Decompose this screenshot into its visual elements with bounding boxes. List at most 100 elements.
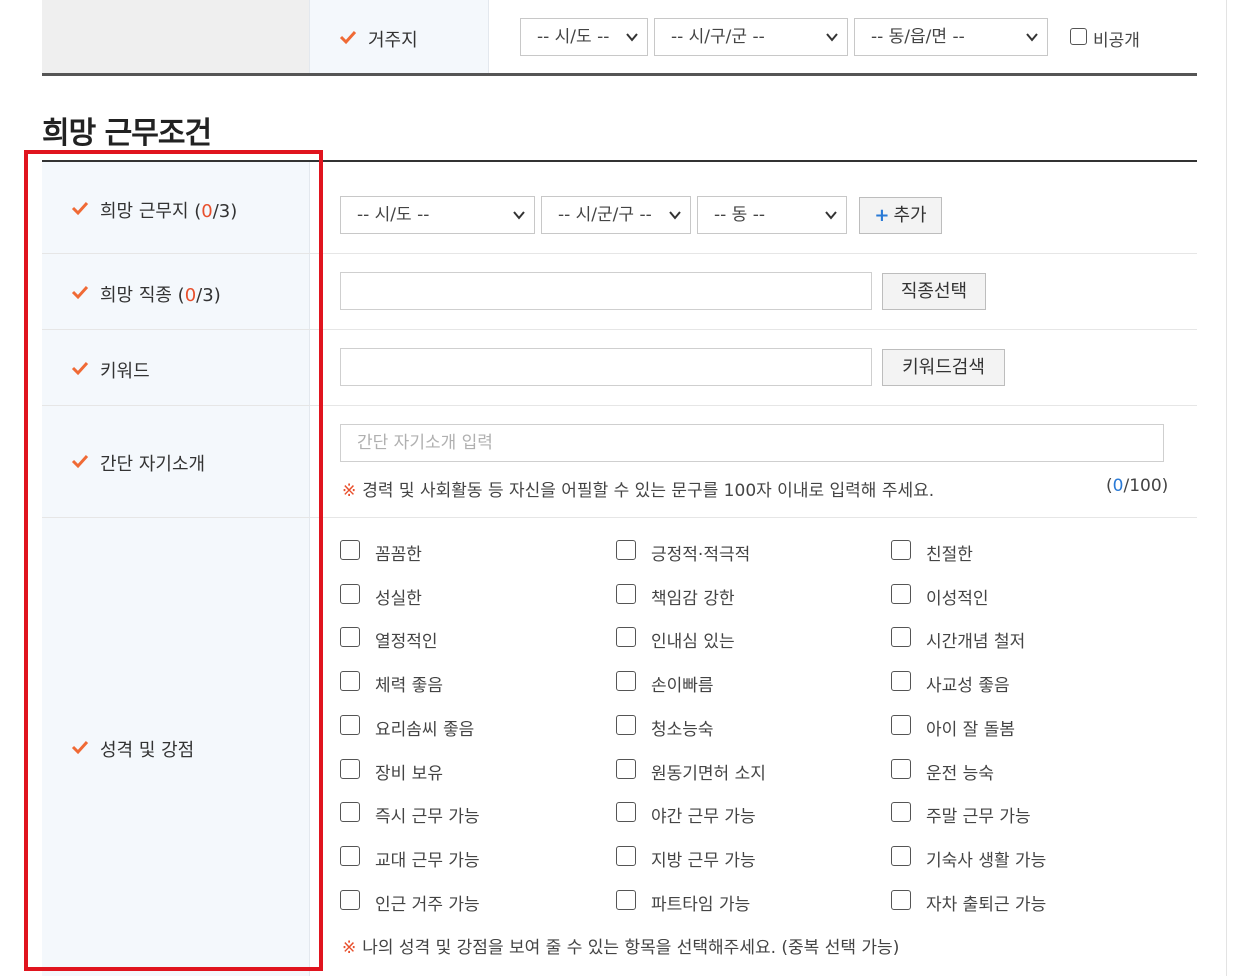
trait-checkbox[interactable] <box>891 714 911 735</box>
trait-checkbox[interactable] <box>340 802 360 823</box>
trait-checkbox[interactable] <box>340 583 360 604</box>
job-type-input[interactable] <box>340 272 872 310</box>
job-type-header: 희망 직종 (0/3) <box>42 254 310 329</box>
trait-checkbox[interactable] <box>891 583 911 604</box>
trait-checkbox[interactable] <box>340 714 360 735</box>
keyword-search-button[interactable]: 키워드검색 <box>882 349 1005 386</box>
label-max: /3) <box>196 285 221 306</box>
trait-label: 교대 근무 가능 <box>375 850 480 871</box>
empty-cell <box>42 0 309 73</box>
trait-checkbox[interactable] <box>891 889 911 910</box>
trait-checkbox[interactable] <box>616 714 636 735</box>
private-checkbox[interactable] <box>1070 28 1087 45</box>
check-icon <box>71 454 89 469</box>
job-type-label: 희망 직종 (0/3) <box>100 281 221 307</box>
work-sido-select[interactable]: -- 시/도 -- <box>340 196 535 234</box>
keyword-label: 키워드 <box>100 361 150 382</box>
trait-label: 장비 보유 <box>375 763 443 784</box>
residence-sigungu-value: -- 시/구/군 -- <box>671 27 765 47</box>
trait-label: 성실한 <box>375 588 422 609</box>
residence-sigungu-select[interactable]: -- 시/구/군 -- <box>654 18 848 56</box>
trait-checkbox[interactable] <box>891 845 911 866</box>
trait-label: 지방 근무 가능 <box>651 850 756 871</box>
selected-count: 0 <box>184 285 197 306</box>
trait-checkbox[interactable] <box>616 583 636 604</box>
trait-label: 주말 근무 가능 <box>926 807 1031 828</box>
trait-checkbox[interactable] <box>891 758 911 779</box>
trait-checkbox[interactable] <box>891 540 911 560</box>
trait-checkbox[interactable] <box>616 758 636 779</box>
work-sigungu-value: -- 시/군/구 -- <box>558 205 652 225</box>
trait-checkbox[interactable] <box>340 627 360 648</box>
trait-label: 체력 좋음 <box>375 676 443 697</box>
intro-counter: (0/100) <box>1106 476 1168 496</box>
trait-checkbox[interactable] <box>891 671 911 692</box>
work-location-header: 희망 근무지 (0/3) <box>42 162 310 253</box>
residence-label: 거주지 <box>368 30 418 51</box>
trait-label: 즉시 근무 가능 <box>375 807 480 828</box>
residence-dong-value: -- 동/읍/면 -- <box>871 27 965 47</box>
traits-label: 성격 및 강점 <box>100 740 195 761</box>
trait-label: 야간 근무 가능 <box>651 807 756 828</box>
trait-label: 친절한 <box>926 545 973 565</box>
plus-icon: + <box>874 205 890 226</box>
trait-checkbox[interactable] <box>616 671 636 692</box>
intro-label: 간단 자기소개 <box>100 454 206 475</box>
residence-dong-select[interactable]: -- 동/읍/면 -- <box>854 18 1048 56</box>
trait-checkbox[interactable] <box>340 540 360 560</box>
chevron-down-icon <box>825 211 837 220</box>
counter-open: ( <box>1106 476 1113 496</box>
residence-header: 거주지 <box>309 0 489 73</box>
trait-checkbox[interactable] <box>616 889 636 910</box>
counter-value: 0 <box>1112 476 1124 496</box>
trait-checkbox[interactable] <box>340 889 360 910</box>
check-icon <box>71 740 89 755</box>
note-mark: ※ <box>342 938 357 958</box>
work-sigungu-select[interactable]: -- 시/군/구 -- <box>541 196 691 234</box>
trait-checkbox[interactable] <box>616 540 636 560</box>
work-dong-value: -- 동 -- <box>714 205 765 225</box>
label-text: 희망 직종 ( <box>100 285 185 306</box>
residence-sido-select[interactable]: -- 시/도 -- <box>520 18 648 56</box>
trait-checkbox[interactable] <box>616 802 636 823</box>
trait-label: 아이 잘 돌봄 <box>926 719 1016 740</box>
trait-label: 자차 출퇴근 가능 <box>926 894 1047 915</box>
traits-header: 성격 및 강점 <box>42 518 310 976</box>
trait-checkbox[interactable] <box>340 845 360 866</box>
residence-sido-value: -- 시/도 -- <box>537 27 610 47</box>
selected-count: 0 <box>201 201 213 222</box>
trait-label: 꼼꼼한 <box>375 545 422 565</box>
trait-label: 시간개념 철저 <box>926 632 1026 653</box>
note-mark: ※ <box>342 481 357 501</box>
check-icon <box>339 30 357 45</box>
check-icon <box>71 361 89 376</box>
job-select-button[interactable]: 직종선택 <box>882 273 986 310</box>
trait-checkbox[interactable] <box>340 671 360 692</box>
trait-label: 사교성 좋음 <box>926 676 1010 697</box>
trait-label: 청소능숙 <box>651 719 714 740</box>
private-label: 비공개 <box>1093 31 1140 51</box>
trait-label: 긍정적·적극적 <box>651 545 751 565</box>
chevron-down-icon <box>626 33 638 42</box>
traits-note: ※ 나의 성격 및 강점을 보여 줄 수 있는 항목을 선택해주세요. (중복 선… <box>342 933 899 958</box>
chevron-down-icon <box>669 211 681 220</box>
trait-label: 손이빠름 <box>651 676 714 697</box>
chevron-down-icon <box>513 211 525 220</box>
label-text: 희망 근무지 ( <box>100 201 202 222</box>
work-dong-select[interactable]: -- 동 -- <box>697 196 847 234</box>
intro-input[interactable]: 간단 자기소개 입력 <box>340 424 1164 462</box>
intro-header: 간단 자기소개 <box>42 406 310 517</box>
add-location-button[interactable]: + 추가 <box>859 197 942 234</box>
trait-label: 운전 능숙 <box>926 763 994 784</box>
trait-checkbox[interactable] <box>616 845 636 866</box>
trait-checkbox[interactable] <box>616 627 636 648</box>
trait-checkbox[interactable] <box>340 758 360 779</box>
traits-note-text: 나의 성격 및 강점을 보여 줄 수 있는 항목을 선택해주세요. (중복 선택… <box>362 938 900 958</box>
keyword-input[interactable] <box>340 348 872 386</box>
trait-checkbox[interactable] <box>891 802 911 823</box>
intro-note-text: 경력 및 사회활동 등 자신을 어필할 수 있는 문구를 100자 이내로 입력… <box>362 481 935 501</box>
right-border <box>1226 0 1227 976</box>
trait-checkbox[interactable] <box>891 627 911 648</box>
intro-note: ※ 경력 및 사회활동 등 자신을 어필할 수 있는 문구를 100자 이내로 입… <box>342 476 934 501</box>
trait-label: 요리솜씨 좋음 <box>375 719 475 740</box>
